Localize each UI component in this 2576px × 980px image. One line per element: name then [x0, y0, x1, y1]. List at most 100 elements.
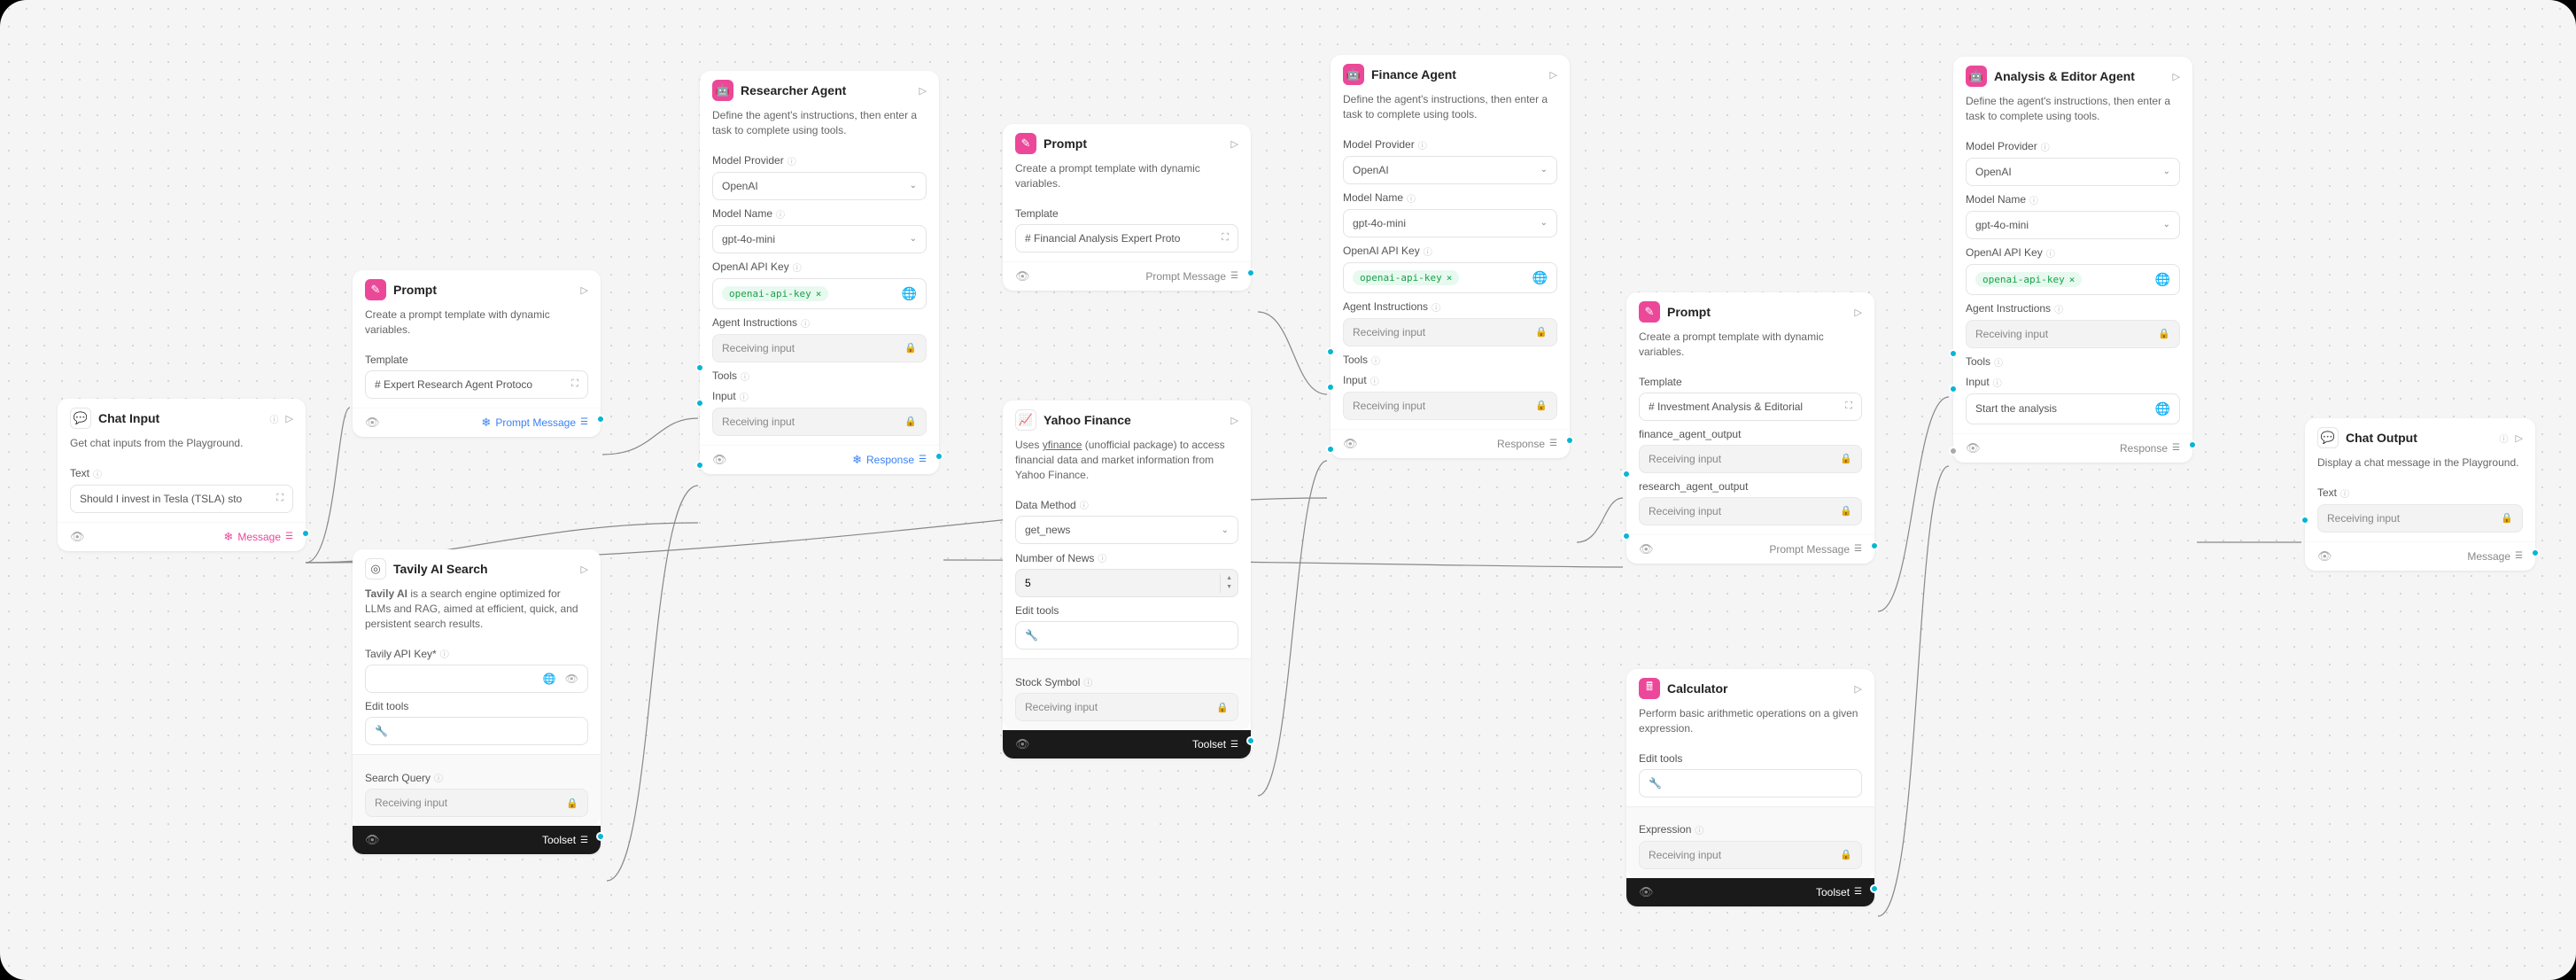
- researcher-agent-node[interactable]: 🤖 Researcher Agent ▷ Define the agent's …: [700, 71, 939, 474]
- data-method-select[interactable]: get_news ⌄: [1015, 516, 1238, 544]
- instructions-port[interactable]: [695, 363, 704, 372]
- remove-tag-icon[interactable]: ×: [816, 288, 822, 299]
- finance-output-input[interactable]: Receiving input🔒: [1639, 445, 1862, 473]
- finance-port[interactable]: [1622, 470, 1631, 478]
- template-input[interactable]: # Expert Research Agent Protoco ⛶: [365, 370, 588, 399]
- tools-port[interactable]: [695, 399, 704, 408]
- remove-tag-icon[interactable]: ×: [1447, 272, 1453, 284]
- output-port[interactable]: [2531, 548, 2540, 557]
- globe-icon[interactable]: 🌐: [1532, 270, 1548, 285]
- flow-canvas[interactable]: 💬 Chat Input ⓘ ▷ Get chat inputs from th…: [0, 0, 2576, 980]
- expand-icon[interactable]: ⛶: [571, 378, 578, 390]
- tools-port[interactable]: [1949, 385, 1958, 393]
- output-port[interactable]: [935, 452, 943, 461]
- api-key-input[interactable]: openai-api-key× 🌐: [712, 278, 927, 309]
- api-key-input[interactable]: openai-api-key× 🌐: [1343, 262, 1557, 293]
- input-port[interactable]: [1326, 445, 1335, 454]
- play-icon[interactable]: ▷: [2173, 71, 2180, 82]
- play-icon[interactable]: ▷: [581, 564, 588, 575]
- api-key-input[interactable]: openai-api-key× 🌐: [1966, 264, 2180, 295]
- output-port[interactable]: [1246, 736, 1255, 745]
- expand-icon[interactable]: ⛶: [1222, 232, 1229, 244]
- play-icon[interactable]: ▷: [1550, 69, 1557, 81]
- play-icon[interactable]: ▷: [919, 85, 927, 97]
- prompt-node-3[interactable]: ✎ Prompt ▷ Create a prompt template with…: [1626, 292, 1874, 564]
- model-provider-select[interactable]: OpenAI⌄: [1343, 156, 1557, 184]
- edit-tools-button[interactable]: 🔧: [1015, 621, 1238, 649]
- instructions-port[interactable]: [1326, 347, 1335, 356]
- play-icon[interactable]: ▷: [1231, 138, 1238, 150]
- output-port[interactable]: [1870, 884, 1879, 893]
- tools-port[interactable]: [1326, 383, 1335, 392]
- output-port[interactable]: [1870, 541, 1879, 550]
- model-provider-select[interactable]: OpenAI⌄: [1966, 158, 2180, 186]
- visibility-icon[interactable]: 👁: [365, 833, 380, 847]
- step-down-icon[interactable]: ▼: [1221, 583, 1238, 592]
- visibility-icon[interactable]: 👁: [1343, 437, 1358, 451]
- stock-input[interactable]: Receiving input🔒: [1015, 693, 1238, 721]
- api-key-tag[interactable]: openai-api-key×: [1975, 272, 2082, 287]
- input-field[interactable]: Receiving input🔒: [1343, 392, 1557, 420]
- visibility-icon[interactable]: 👁: [2317, 549, 2332, 564]
- output-port[interactable]: [596, 415, 605, 424]
- prompt-node-1[interactable]: ✎ Prompt ▷ Create a prompt template with…: [353, 270, 601, 437]
- template-input[interactable]: # Financial Analysis Expert Proto ⛶: [1015, 224, 1238, 253]
- visibility-icon[interactable]: 👁: [1966, 441, 1981, 455]
- play-icon[interactable]: ▷: [1855, 307, 1862, 318]
- output-port[interactable]: [2188, 440, 2197, 449]
- edit-tools-button[interactable]: 🔧: [365, 717, 588, 745]
- yahoo-finance-node[interactable]: 📈 Yahoo Finance ▷ Uses yfinance (unoffic…: [1003, 401, 1251, 758]
- api-key-tag[interactable]: openai-api-key×: [1353, 270, 1459, 285]
- play-icon[interactable]: ▷: [1855, 683, 1862, 695]
- instructions-input[interactable]: Receiving input🔒: [1966, 320, 2180, 348]
- output-port[interactable]: [1246, 268, 1255, 277]
- chat-input-node[interactable]: 💬 Chat Input ⓘ ▷ Get chat inputs from th…: [58, 399, 306, 551]
- model-name-select[interactable]: gpt-4o-mini⌄: [1966, 211, 2180, 239]
- text-port[interactable]: [2301, 516, 2309, 525]
- visibility-icon[interactable]: 👁: [1015, 737, 1030, 751]
- visibility-icon[interactable]: 👁: [70, 530, 85, 544]
- visibility-icon[interactable]: 👁: [1639, 885, 1654, 899]
- research-output-input[interactable]: Receiving input🔒: [1639, 497, 1862, 525]
- num-news-input[interactable]: ▲ ▼: [1015, 569, 1238, 597]
- visibility-icon[interactable]: 👁: [365, 416, 380, 430]
- model-name-select[interactable]: gpt-4o-mini ⌄: [712, 225, 927, 253]
- globe-icon[interactable]: 🌐: [2155, 272, 2170, 287]
- visibility-icon[interactable]: 👁: [1015, 269, 1030, 284]
- expand-icon[interactable]: ⛶: [1845, 401, 1852, 412]
- tavily-node[interactable]: ◎ Tavily AI Search ▷ Tavily AI is a sear…: [353, 549, 601, 854]
- calculator-node[interactable]: 🖩 Calculator ▷ Perform basic arithmetic …: [1626, 669, 1874, 906]
- research-port[interactable]: [1622, 532, 1631, 541]
- edit-tools-button[interactable]: 🔧: [1639, 769, 1862, 797]
- search-query-input[interactable]: Receiving input 🔒: [365, 789, 588, 817]
- remove-tag-icon[interactable]: ×: [2069, 274, 2076, 285]
- step-up-icon[interactable]: ▲: [1221, 574, 1238, 583]
- globe-icon[interactable]: 🌐: [2155, 401, 2170, 416]
- play-icon[interactable]: ▷: [581, 284, 588, 296]
- instructions-input[interactable]: Receiving input🔒: [712, 334, 927, 362]
- output-port[interactable]: [1565, 436, 1574, 445]
- globe-icon[interactable]: 🌐: [902, 286, 917, 301]
- expand-icon[interactable]: ⛶: [276, 493, 283, 504]
- model-provider-select[interactable]: OpenAI ⌄: [712, 172, 927, 200]
- prompt-node-2[interactable]: ✎ Prompt ▷ Create a prompt template with…: [1003, 124, 1251, 291]
- visibility-icon[interactable]: 👁: [1639, 542, 1654, 556]
- text-input[interactable]: Should I invest in Tesla (TSLA) sto ⛶: [70, 485, 293, 513]
- instructions-input[interactable]: Receiving input🔒: [1343, 318, 1557, 346]
- chat-output-node[interactable]: 💬 Chat Output ⓘ ▷ Display a chat message…: [2305, 418, 2535, 571]
- finance-agent-node[interactable]: 🤖 Finance Agent ▷ Define the agent's ins…: [1331, 55, 1570, 458]
- play-icon[interactable]: ▷: [1231, 415, 1238, 426]
- input-field[interactable]: Start the analysis🌐: [1966, 393, 2180, 424]
- api-key-tag[interactable]: openai-api-key×: [722, 286, 828, 301]
- eye-slash-icon[interactable]: 👁: [565, 673, 578, 685]
- api-key-input[interactable]: 🌐 👁: [365, 665, 588, 693]
- analysis-agent-node[interactable]: 🤖 Analysis & Editor Agent ▷ Define the a…: [1953, 57, 2192, 463]
- model-name-select[interactable]: gpt-4o-mini⌄: [1343, 209, 1557, 237]
- instructions-port[interactable]: [1949, 349, 1958, 358]
- visibility-icon[interactable]: 👁: [712, 453, 727, 467]
- output-port[interactable]: [596, 832, 605, 841]
- input-port[interactable]: [1949, 447, 1958, 455]
- play-icon[interactable]: ▷: [2516, 432, 2523, 444]
- num-news-value[interactable]: [1016, 570, 1220, 596]
- input-field[interactable]: Receiving input🔒: [712, 408, 927, 436]
